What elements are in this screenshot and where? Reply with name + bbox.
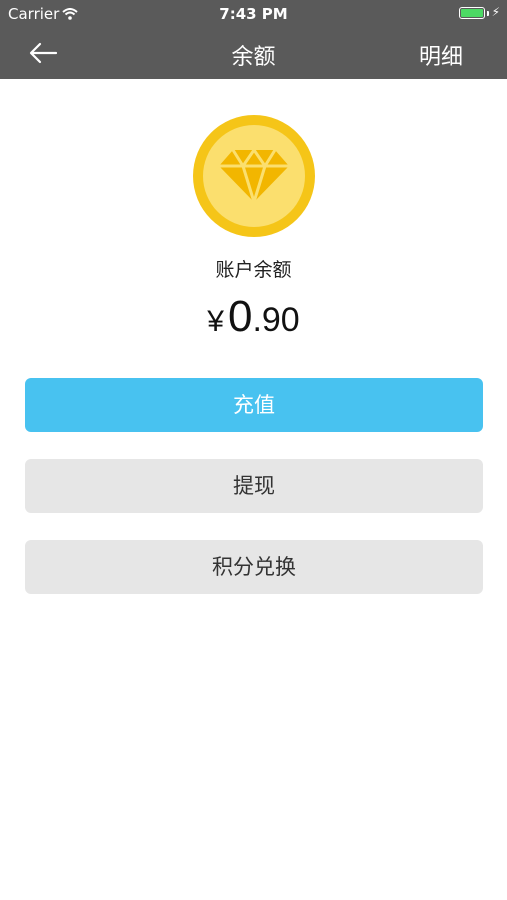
balance-coin	[193, 115, 315, 237]
battery-tip	[487, 11, 489, 16]
diamond-icon	[219, 148, 289, 204]
status-time: 7:43 PM	[219, 5, 288, 23]
navigation-bar: 余额 明细	[0, 27, 507, 79]
details-button[interactable]: 明细	[419, 39, 463, 71]
recharge-button[interactable]: 充值	[25, 378, 483, 432]
status-bar: Carrier 7:43 PM ⚡	[0, 0, 507, 27]
currency-symbol: ¥	[207, 305, 224, 338]
charging-bolt-icon: ⚡	[491, 5, 500, 19]
battery-icon	[459, 7, 485, 19]
amount-integer: 0	[227, 292, 253, 341]
balance-label: 账户余额	[215, 259, 292, 281]
points-exchange-button[interactable]: 积分兑换	[25, 540, 483, 594]
balance-amount: ¥0.90	[0, 292, 507, 342]
amount-decimal: .90	[252, 301, 300, 339]
withdraw-button[interactable]: 提现	[25, 459, 483, 513]
